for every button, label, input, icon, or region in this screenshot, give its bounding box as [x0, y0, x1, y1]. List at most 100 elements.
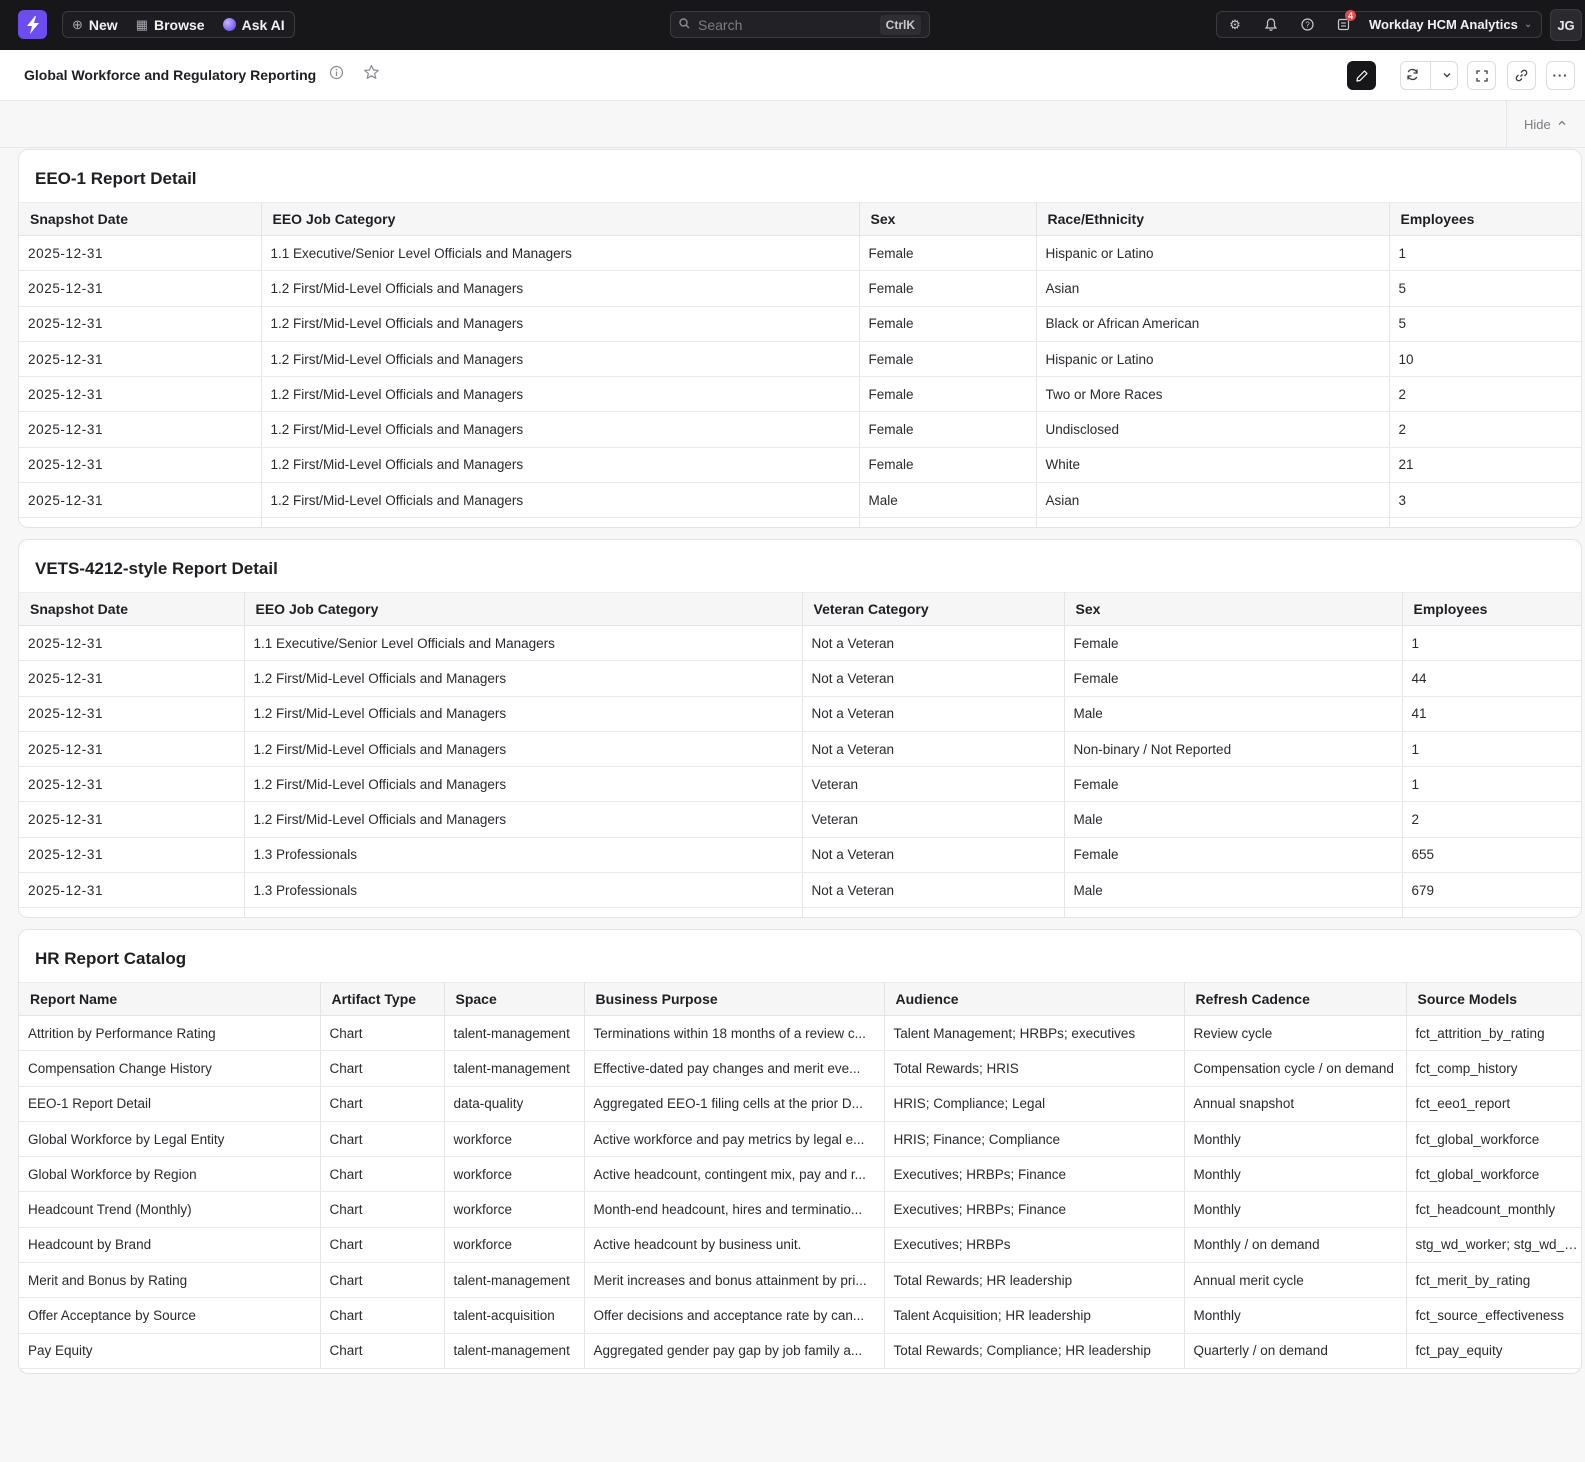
table-cell: Chart [320, 1333, 445, 1369]
table-row[interactable]: EEO-1 Report Detail Chart data-quality Aggr… [19, 1086, 1581, 1122]
table-row[interactable]: Attrition by Performance Rating Chart tale… [19, 1015, 1581, 1052]
primary-nav-group: ⊕ New ▦ Browse Ask AI [62, 11, 295, 38]
table-cell: Headcount Trend (Monthly) [19, 1191, 321, 1228]
column-header[interactable]: Artifact Type [320, 982, 445, 1016]
table-cell: Attrition by Performance Rating [19, 1015, 321, 1052]
table-cell: 1.2 First/Mid-Level Officials and Manage… [261, 447, 860, 484]
table-cell: 5 [1389, 306, 1581, 342]
table-row[interactable]: Headcount by Brand Chart workforce Active h… [19, 1227, 1581, 1264]
table-row[interactable]: 2025-12-31 1.1 Executive/Senior Level Off… [19, 625, 1581, 662]
column-header[interactable]: Source Models [1406, 982, 1581, 1016]
table-cell: 1.2 First/Mid-Level Officials and Manage… [261, 411, 860, 448]
workspace-switcher[interactable]: Workday HCM Analytics ⌄ [1361, 17, 1532, 32]
table-cell: Effective-dated pay changes and merit ev… [584, 1050, 885, 1087]
column-header[interactable]: Refresh Cadence [1184, 982, 1407, 1016]
table-cell: 2025-12-31 [19, 872, 245, 909]
column-header[interactable]: Snapshot Date [19, 202, 262, 236]
new-button[interactable]: ⊕ New [63, 12, 127, 37]
table-row[interactable]: 2025-12-31 1.1 Executive/Senior Level Off… [19, 235, 1581, 272]
table-row[interactable]: 2025-12-31 1.2 First/Mid-Level Officials … [19, 411, 1581, 448]
hide-filters-button[interactable]: Hide [1506, 101, 1567, 148]
table-row[interactable]: 2025-12-31 1.2 First/Mid-Level Officials … [19, 660, 1581, 697]
column-header[interactable]: Sex [1064, 592, 1403, 626]
app-logo[interactable] [18, 10, 47, 39]
table-cell: Executives; HRBPs [884, 1227, 1185, 1264]
tasks-icon[interactable]: 4 [1325, 10, 1361, 37]
help-circle-icon[interactable]: ? [1289, 12, 1325, 37]
column-header[interactable]: EEO Job Category [244, 592, 803, 626]
star-icon[interactable] [363, 64, 380, 85]
column-header[interactable]: Audience [884, 982, 1185, 1016]
user-avatar[interactable]: JG [1550, 9, 1582, 41]
table-row[interactable]: Global Workforce by Region Chart workforce… [19, 1156, 1581, 1193]
table-row[interactable]: Pay Equity Chart talent-management Aggregat… [19, 1333, 1581, 1369]
table-row[interactable]: 2025-12-31 1.2 First/Mid-Level Officials … [19, 766, 1581, 803]
column-header[interactable]: Veteran Category [802, 592, 1065, 626]
table-cell: Chart [320, 1086, 445, 1122]
table-cell: 2025-12-31 [19, 447, 262, 484]
search-input[interactable]: Search CtrlK [670, 11, 930, 38]
table-cell: talent-management [444, 1050, 585, 1087]
table-cell: workforce [444, 1227, 585, 1264]
table-row[interactable]: 2025-12-31 1.3 Professionals Not a Veteran… [19, 837, 1581, 874]
table-row[interactable]: 2025-12-31 1.2 First/Mid-Level Officials … [19, 801, 1581, 838]
table-row[interactable]: Compensation Change History Chart talent-m… [19, 1050, 1581, 1087]
more-options-icon[interactable]: ··· [1546, 61, 1575, 90]
utility-nav-group: ⚙ ? 4 Workday HCM Analytics ⌄ [1216, 10, 1542, 38]
edit-pencil-icon[interactable] [1347, 61, 1376, 90]
info-icon[interactable] [329, 65, 344, 84]
table-cell: stg_wd_worker; stg_wd_sup [1406, 1227, 1581, 1264]
table-cell: EEO-1 Report Detail [19, 1086, 321, 1122]
settings-gear-icon[interactable]: ⚙ [1217, 12, 1253, 37]
refresh-icon[interactable] [1406, 68, 1419, 84]
table-row[interactable]: Offer Acceptance by Source Chart talent-ac… [19, 1297, 1581, 1334]
column-header[interactable]: Sex [859, 202, 1037, 236]
bell-icon[interactable] [1253, 12, 1289, 37]
table-row[interactable]: 2025-12-31 1.2 First/Mid-Level Officials … [19, 341, 1581, 378]
table-cell: 2 [1389, 376, 1581, 413]
table-cell: Veteran [802, 801, 1065, 838]
table-cell: 2025-12-31 [19, 235, 262, 272]
fullscreen-expand-icon[interactable] [1467, 61, 1496, 90]
browse-button[interactable]: ▦ Browse [127, 12, 214, 37]
table-row[interactable]: Merit and Bonus by Rating Chart talent-man… [19, 1262, 1581, 1299]
column-header[interactable]: Space [444, 982, 585, 1016]
table-cell: 1.2 First/Mid-Level Officials and Manage… [244, 801, 803, 838]
table-cell: 2025-12-31 [19, 660, 245, 697]
column-header[interactable]: Business Purpose [584, 982, 885, 1016]
new-button-label: New [88, 16, 118, 33]
table-cell: Merit increases and bonus attainment by … [584, 1262, 885, 1299]
table-cell: workforce [444, 1156, 585, 1193]
column-header[interactable]: Report Name [19, 982, 321, 1016]
table-row[interactable]: Headcount Trend (Monthly) Chart workforce M… [19, 1191, 1581, 1228]
table-cell: Not a Veteran [802, 660, 1065, 697]
column-header[interactable]: Employees [1389, 202, 1581, 236]
card-title: VETS-4212-style Report Detail [35, 559, 278, 578]
table-header-row: Report Name Artifact Type Space Business… [19, 982, 1581, 1016]
chevron-down-icon[interactable] [1442, 68, 1452, 83]
column-header[interactable]: Snapshot Date [19, 592, 245, 626]
table-cell: Not a Veteran [802, 731, 1065, 768]
table-row[interactable]: 2025-12-31 1.2 First/Mid-Level Officials … [19, 270, 1581, 307]
column-header[interactable]: EEO Job Category [261, 202, 860, 236]
svg-text:?: ? [1305, 20, 1310, 29]
table-row[interactable]: 2025-12-31 1.2 First/Mid-Level Officials … [19, 731, 1581, 768]
table-cell: Chart [320, 1015, 445, 1052]
link-icon[interactable] [1507, 61, 1536, 90]
column-header[interactable]: Employees [1402, 592, 1581, 626]
table-cell: 2025-12-31 [19, 731, 245, 768]
table-row[interactable]: 2025-12-31 1.2 First/Mid-Level Officials … [19, 447, 1581, 484]
table-row[interactable]: 2025-12-31 1.2 First/Mid-Level Officials … [19, 696, 1581, 732]
table-cell: fct_global_workforce [1406, 1156, 1581, 1193]
table-row[interactable]: 2025-12-31 1.3 Professionals Not a Veteran… [19, 872, 1581, 909]
table-cell: Monthly [1184, 1191, 1407, 1228]
table-row[interactable]: Global Workforce by Legal Entity Chart wor… [19, 1121, 1581, 1158]
column-header[interactable]: Race/Ethnicity [1036, 202, 1390, 236]
chevron-down-icon: ⌄ [1523, 19, 1533, 30]
ask-ai-button-label: Ask AI [241, 16, 285, 33]
ask-ai-button[interactable]: Ask AI [214, 12, 294, 37]
table-cell: Female [859, 235, 1037, 272]
table-row[interactable]: 2025-12-31 1.2 First/Mid-Level Officials … [19, 376, 1581, 413]
table-row[interactable]: 2025-12-31 1.2 First/Mid-Level Officials … [19, 482, 1581, 519]
table-row[interactable]: 2025-12-31 1.2 First/Mid-Level Officials … [19, 306, 1581, 342]
